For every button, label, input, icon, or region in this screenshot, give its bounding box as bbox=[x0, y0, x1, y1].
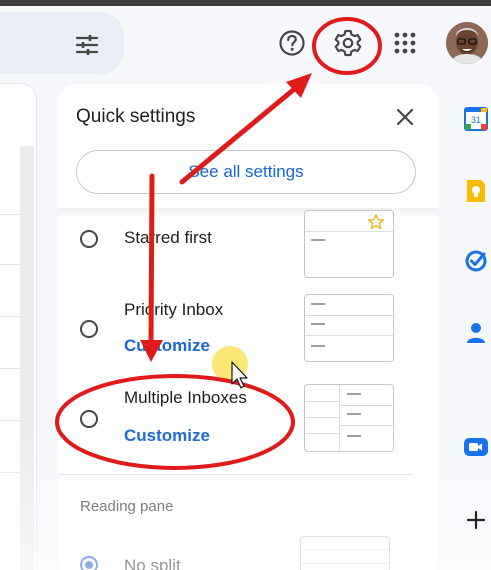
priority-inbox-customize-link[interactable]: Customize bbox=[124, 336, 210, 356]
preview-divider bbox=[305, 231, 393, 232]
radio-multiple-inboxes[interactable] bbox=[80, 410, 98, 428]
get-addons-button[interactable] bbox=[463, 507, 489, 533]
meet-icon bbox=[464, 438, 488, 456]
keep-app-button[interactable] bbox=[463, 178, 489, 204]
close-icon bbox=[396, 108, 414, 126]
priority-inbox-preview bbox=[304, 294, 394, 362]
filter-icon bbox=[75, 35, 99, 55]
starred-first-preview bbox=[304, 210, 394, 278]
tasks-icon bbox=[465, 250, 487, 272]
preview-divider bbox=[305, 433, 339, 434]
close-button[interactable] bbox=[392, 104, 418, 130]
preview-line bbox=[347, 435, 361, 437]
no-split-preview bbox=[300, 536, 390, 570]
add-icon bbox=[466, 510, 486, 530]
preview-line bbox=[311, 323, 325, 325]
gear-icon bbox=[334, 29, 362, 57]
preview-line bbox=[347, 393, 361, 395]
preview-divider bbox=[305, 401, 339, 402]
mail-row-divider bbox=[0, 368, 20, 369]
see-all-settings-label: See all settings bbox=[188, 162, 304, 181]
preview-divider bbox=[340, 405, 393, 406]
mail-row-divider bbox=[0, 214, 20, 215]
star-icon bbox=[367, 214, 385, 230]
preview-divider bbox=[301, 549, 389, 550]
preview-line bbox=[311, 239, 325, 241]
contacts-icon bbox=[467, 323, 485, 343]
search-bar[interactable] bbox=[0, 12, 124, 74]
settings-button[interactable] bbox=[328, 23, 368, 63]
account-avatar[interactable] bbox=[446, 22, 488, 64]
calendar-icon: 31 bbox=[464, 107, 488, 131]
preview-line bbox=[347, 413, 361, 415]
multiple-inboxes-customize-link[interactable]: Customize bbox=[124, 426, 210, 446]
contacts-app-button[interactable] bbox=[463, 320, 489, 346]
preview-line bbox=[311, 303, 325, 305]
mail-row-divider bbox=[0, 316, 20, 317]
search-options-button[interactable] bbox=[72, 30, 102, 60]
support-button[interactable] bbox=[272, 23, 312, 63]
apps-grid-icon bbox=[394, 32, 416, 54]
cursor-highlight bbox=[212, 346, 248, 382]
radio-no-split[interactable] bbox=[80, 556, 98, 570]
panel-title: Quick settings bbox=[76, 106, 196, 127]
google-apps-button[interactable] bbox=[385, 23, 425, 63]
option-label: No split bbox=[124, 556, 181, 570]
quick-settings-panel: Quick settings See all settings Starred … bbox=[58, 84, 438, 570]
preview-line bbox=[311, 345, 325, 347]
multiple-inboxes-preview bbox=[304, 384, 394, 452]
avatar-image bbox=[446, 22, 488, 64]
radio-priority-inbox[interactable] bbox=[80, 320, 98, 338]
option-label: Starred first bbox=[124, 228, 212, 247]
calendar-day-label: 31 bbox=[471, 115, 481, 125]
mail-list-scrollbar[interactable] bbox=[20, 146, 34, 570]
radio-starred-first[interactable] bbox=[80, 230, 98, 248]
preview-column-divider bbox=[339, 385, 340, 451]
option-label: Multiple Inboxes bbox=[124, 388, 247, 407]
calendar-app-button[interactable]: 31 bbox=[463, 106, 489, 132]
mail-row-divider bbox=[0, 472, 20, 473]
reading-pane-heading: Reading pane bbox=[80, 498, 174, 515]
preview-divider bbox=[340, 425, 393, 426]
option-label: Priority Inbox bbox=[124, 300, 224, 319]
section-divider bbox=[58, 474, 413, 475]
preview-divider bbox=[305, 417, 339, 418]
mail-row-divider bbox=[0, 420, 20, 421]
meet-app-button[interactable] bbox=[463, 434, 489, 460]
tasks-app-button[interactable] bbox=[463, 248, 489, 274]
help-icon bbox=[279, 30, 305, 56]
preview-divider bbox=[301, 563, 389, 564]
mail-row-divider bbox=[0, 264, 20, 265]
preview-divider bbox=[305, 335, 393, 336]
keep-icon bbox=[467, 180, 485, 202]
preview-divider bbox=[305, 315, 393, 316]
see-all-settings-button[interactable]: See all settings bbox=[76, 150, 416, 194]
